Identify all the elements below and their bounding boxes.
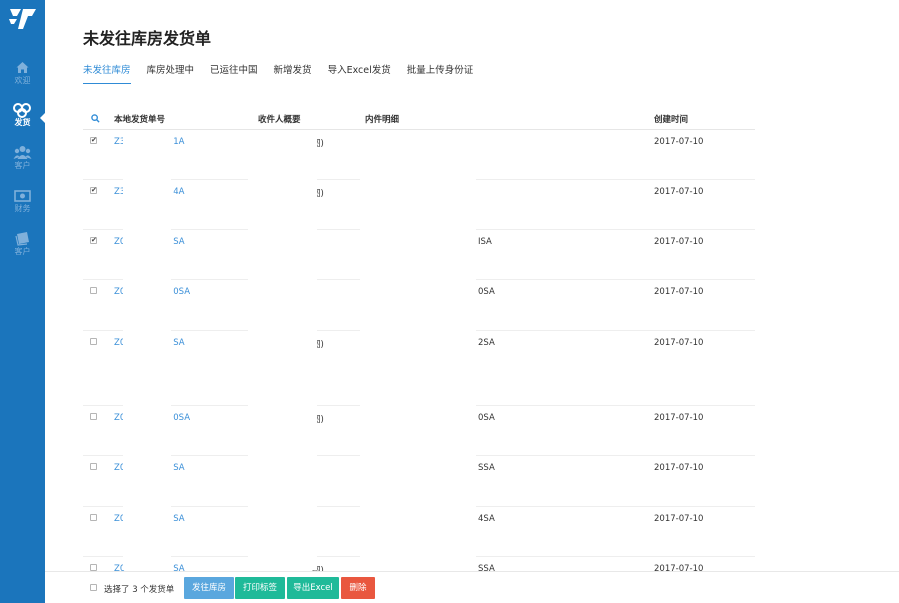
sidebar-item-label: 发货 — [14, 118, 31, 127]
sidebar-item-label: 财务 — [14, 204, 31, 213]
table-header: 本地发货单号 收件人概要 内件明细 创建时间 — [83, 105, 755, 130]
page-title: 未发往库房发货单 — [83, 29, 212, 48]
created-date: 2017-07-10 — [654, 413, 704, 423]
contents-detail: 4SA — [478, 514, 495, 524]
users-icon — [13, 146, 32, 159]
row-checkbox[interactable]: ✔ — [90, 237, 97, 244]
tab-import-excel[interactable]: 导入Excel发货 — [328, 64, 391, 84]
row-checkbox[interactable] — [90, 413, 97, 420]
created-date: 2017-07-10 — [654, 287, 704, 297]
created-date: 2017-07-10 — [654, 137, 704, 147]
created-date: 2017-07-10 — [654, 463, 704, 473]
bikes-icon — [13, 103, 31, 118]
row-checkbox[interactable]: ✔ — [90, 137, 97, 144]
delete-button[interactable]: 删除 — [341, 577, 375, 599]
tab-new-shipment[interactable]: 新增发货 — [274, 64, 312, 84]
redaction-block — [123, 130, 171, 570]
tab-upload-id-cards[interactable]: 批量上传身份证 — [407, 64, 474, 84]
created-date: 2017-07-10 — [654, 514, 704, 524]
selection-count: 选择了 3 个发货单 — [104, 585, 175, 595]
tab-bar: 未发往库房 库房处理中 已运往中国 新增发货 导入Excel发货 批量上传身份证 — [83, 64, 489, 84]
contents-detail: 0SA — [478, 413, 495, 423]
print-label-button[interactable]: 打印标签 — [235, 577, 285, 599]
row-checkbox[interactable] — [90, 338, 97, 345]
column-header-contents: 内件明细 — [365, 115, 400, 125]
column-header-local-id: 本地发货单号 — [114, 115, 166, 125]
sidebar-item-label: 客户 — [14, 247, 31, 256]
sidebar: 欢迎 发货 客户 财务 客户 — [0, 0, 46, 603]
shipments-table: 本地发货单号 收件人概要 内件明细 创建时间 ✔ Z3 1A 图) 2017-07-10… — [83, 105, 755, 603]
contents-detail: SSA — [478, 463, 495, 473]
sidebar-item-customers[interactable]: 客户 — [0, 143, 45, 179]
row-checkbox[interactable] — [90, 287, 97, 294]
tab-shipped-to-china[interactable]: 已运往中国 — [210, 64, 258, 84]
search-icon[interactable] — [91, 114, 100, 123]
sidebar-item-shipping[interactable]: 发货 — [0, 100, 46, 136]
redaction-block — [248, 130, 317, 570]
bulk-action-bar: 选择了 3 个发货单 发往库房 打印标签 导出Excel 删除 — [45, 571, 899, 603]
column-header-created: 创建时间 — [654, 115, 689, 125]
sidebar-item-finance[interactable]: 财务 — [0, 186, 45, 222]
row-checkbox[interactable] — [90, 514, 97, 521]
contents-detail: 2SA — [478, 338, 495, 348]
sidebar-item-welcome[interactable]: 欢迎 — [0, 58, 45, 94]
created-date: 2017-07-10 — [654, 237, 704, 247]
select-all-checkbox[interactable] — [90, 584, 97, 591]
column-header-recipient: 收件人概要 — [258, 115, 301, 125]
send-to-warehouse-button[interactable]: 发往库房 — [184, 577, 234, 599]
money-icon — [14, 190, 31, 202]
logo-icon — [9, 9, 36, 29]
sidebar-item-label: 客户 — [14, 161, 31, 170]
export-excel-button[interactable]: 导出Excel — [287, 577, 339, 599]
created-date: 2017-07-10 — [654, 338, 704, 348]
active-indicator — [40, 112, 46, 124]
home-icon — [16, 62, 29, 73]
tab-not-sent[interactable]: 未发往库房 — [83, 64, 131, 84]
row-checkbox[interactable] — [90, 463, 97, 470]
created-date: 2017-07-10 — [654, 187, 704, 197]
tab-warehouse-processing[interactable]: 库房处理中 — [147, 64, 195, 84]
sidebar-item-customers-2[interactable]: 客户 — [0, 229, 45, 265]
contents-detail: 0SA — [478, 287, 495, 297]
contents-detail: ISA — [478, 237, 492, 247]
book-icon — [15, 232, 29, 246]
sidebar-item-label: 欢迎 — [14, 76, 31, 85]
row-checkbox[interactable]: ✔ — [90, 187, 97, 194]
row-checkbox[interactable] — [90, 564, 97, 571]
redaction-block — [360, 130, 476, 570]
